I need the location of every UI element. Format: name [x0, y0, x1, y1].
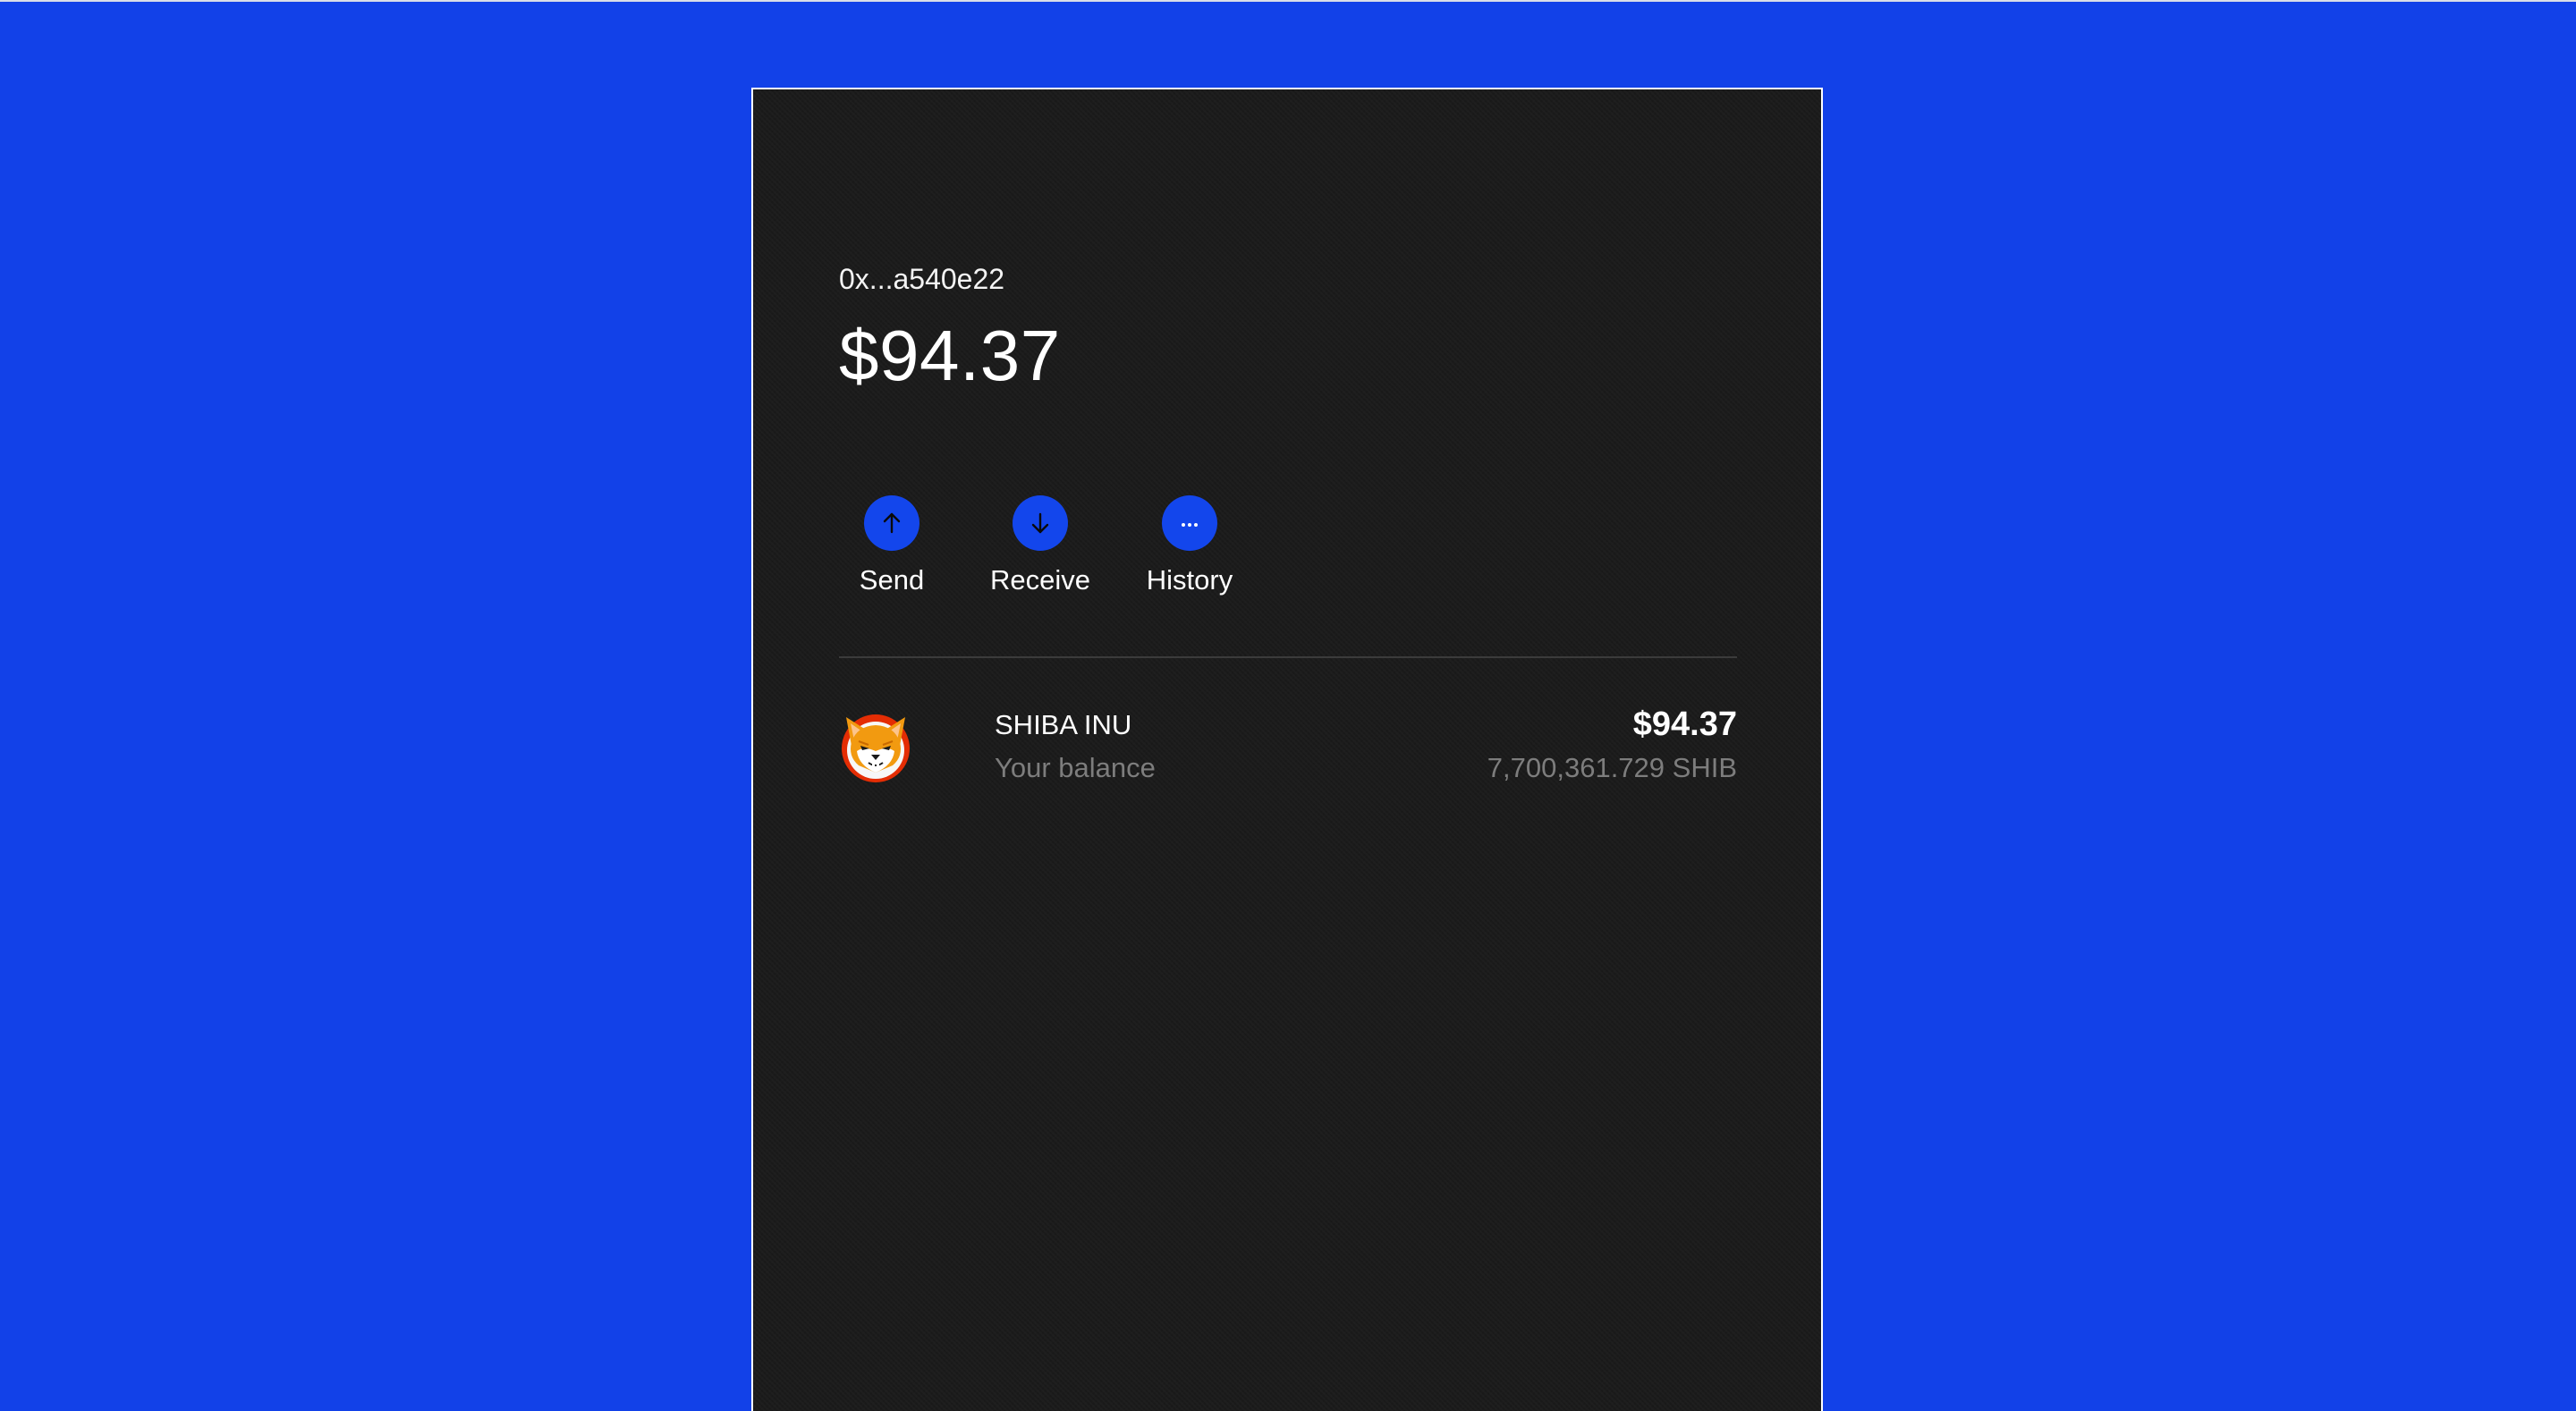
send-button[interactable]: Send: [839, 495, 945, 597]
token-amount: 7,700,361.729 SHIB: [1487, 752, 1737, 783]
arrow-up-icon: [883, 512, 901, 534]
history-button[interactable]: History: [1136, 495, 1243, 597]
send-circle[interactable]: [864, 495, 919, 551]
arrow-down-icon: [1031, 512, 1049, 534]
action-bar: Send Receive History: [839, 495, 1243, 597]
token-name: SHIBA INU: [995, 709, 1132, 740]
total-balance: $94.37: [839, 316, 1061, 395]
top-border: [0, 0, 2576, 2]
token-usd-value: $94.37: [1632, 706, 1737, 743]
receive-label: Receive: [990, 564, 1090, 596]
token-row[interactable]: SHIBA INU Your balance $94.37 7,700,361.…: [839, 705, 1737, 789]
wallet-panel: 0x...a540e22 $94.37 Send Receive History…: [751, 88, 1823, 1411]
more-dots-icon: [1182, 523, 1198, 527]
shiba-inu-logo-icon: [842, 714, 910, 782]
divider: [839, 656, 1737, 658]
receive-button[interactable]: Receive: [945, 495, 1136, 597]
send-label: Send: [859, 564, 925, 596]
history-circle[interactable]: [1162, 495, 1217, 551]
receive-circle[interactable]: [1013, 495, 1068, 551]
wallet-address[interactable]: 0x...a540e22: [839, 261, 1004, 297]
history-label: History: [1146, 564, 1233, 596]
token-subtitle: Your balance: [995, 752, 1156, 783]
